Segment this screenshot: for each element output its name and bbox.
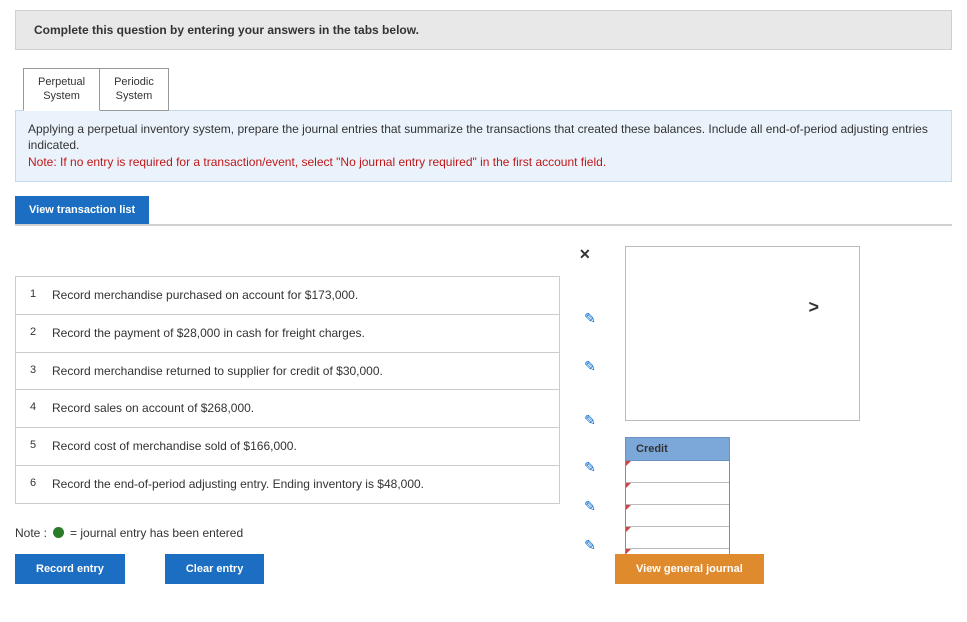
transaction-item[interactable]: 2 Record the payment of $28,000 in cash … (16, 315, 559, 353)
transaction-item[interactable]: 5 Record cost of merchandise sold of $16… (16, 428, 559, 466)
note-text: = journal entry has been entered (70, 526, 243, 540)
transaction-text: Record cost of merchandise sold of $166,… (52, 438, 545, 455)
journal-entry-panel: > Credit (625, 246, 860, 572)
credit-input-cell[interactable] (626, 505, 729, 527)
credit-input-cell[interactable] (626, 483, 729, 505)
scenario-instruction: Applying a perpetual inventory system, p… (15, 110, 952, 182)
tab-periodic-label: PeriodicSystem (114, 76, 154, 102)
credit-input-cell[interactable] (626, 461, 729, 483)
record-entry-button[interactable]: Record entry (15, 554, 125, 584)
chevron-right-icon[interactable]: > (808, 297, 819, 318)
transaction-text: Record sales on account of $268,000. (52, 400, 545, 417)
transaction-list: 1 Record merchandise purchased on accoun… (15, 276, 560, 504)
edit-icon[interactable]: ✎ (584, 459, 596, 476)
view-general-journal-button[interactable]: View general journal (615, 554, 764, 584)
transaction-item[interactable]: 4 Record sales on account of $268,000. (16, 390, 559, 428)
edit-icon[interactable]: ✎ (584, 310, 596, 327)
instruction-header-text: Complete this question by entering your … (34, 23, 419, 37)
transaction-item[interactable]: 3 Record merchandise returned to supplie… (16, 353, 559, 391)
instruction-header: Complete this question by entering your … (15, 10, 952, 50)
tab-perpetual[interactable]: PerpetualSystem (23, 68, 100, 111)
transaction-item[interactable]: 6 Record the end-of-period adjusting ent… (16, 466, 559, 503)
view-transaction-list-button[interactable]: View transaction list (15, 196, 149, 224)
tab-bar: PerpetualSystem PeriodicSystem (23, 68, 952, 111)
edit-icon[interactable]: ✎ (584, 412, 596, 429)
transaction-number: 1 (30, 287, 52, 304)
transaction-text: Record the payment of $28,000 in cash fo… (52, 325, 545, 342)
credit-column-header: Credit (625, 437, 730, 461)
transaction-text: Record merchandise returned to supplier … (52, 363, 545, 380)
transaction-text: Record merchandise purchased on account … (52, 287, 545, 304)
credit-input-cell[interactable] (626, 527, 729, 549)
edit-icon[interactable]: ✎ (584, 498, 596, 515)
entry-account-box[interactable]: > (625, 246, 860, 421)
transaction-number: 6 (30, 476, 52, 493)
transaction-number: 5 (30, 438, 52, 455)
transaction-number: 3 (30, 363, 52, 380)
transaction-number: 2 (30, 325, 52, 342)
tab-perpetual-label: PerpetualSystem (38, 76, 85, 102)
transaction-text: Record the end-of-period adjusting entry… (52, 476, 545, 493)
work-area: 1 Record merchandise purchased on accoun… (15, 224, 952, 604)
edit-icon-column: ✕ ✎ ✎ ✎ ✎ ✎ ✎ (575, 246, 605, 566)
scenario-main-text: Applying a perpetual inventory system, p… (28, 122, 928, 153)
clear-entry-button[interactable]: Clear entry (165, 554, 264, 584)
tab-periodic[interactable]: PeriodicSystem (99, 68, 169, 111)
transaction-number: 4 (30, 400, 52, 417)
edit-icon[interactable]: ✎ (584, 537, 596, 554)
transaction-item[interactable]: 1 Record merchandise purchased on accoun… (16, 277, 559, 315)
note-label: Note : (15, 526, 47, 540)
close-icon[interactable]: ✕ (579, 246, 593, 260)
scenario-note-label: Note: (28, 155, 57, 169)
entered-dot-icon (53, 527, 64, 538)
edit-icon[interactable]: ✎ (584, 358, 596, 375)
scenario-note-text: If no entry is required for a transactio… (57, 155, 606, 169)
